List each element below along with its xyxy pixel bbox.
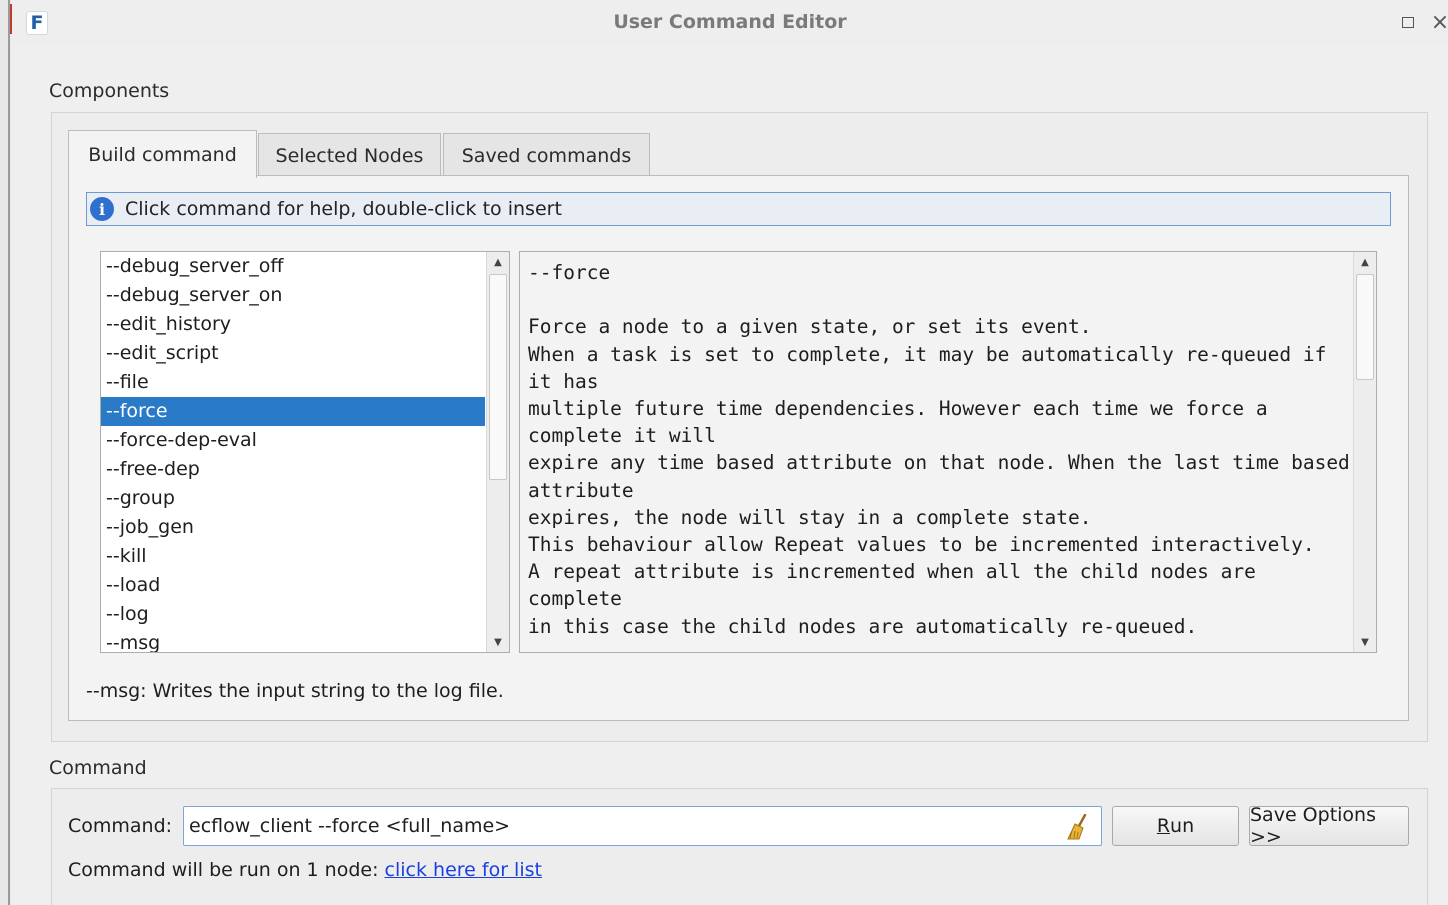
components-label: Components (49, 80, 170, 102)
run-button[interactable]: Run (1112, 806, 1239, 846)
command-list-item[interactable]: --load (101, 571, 509, 600)
command-help-pane[interactable]: --force Force a node to a given state, o… (519, 251, 1377, 653)
info-banner: i Click command for help, double-click t… (86, 192, 1391, 226)
command-list-item[interactable]: --debug_server_off (101, 252, 509, 281)
command-section-label: Command (49, 757, 147, 779)
command-input[interactable]: ecflow_client --force <full_name> (183, 806, 1102, 846)
command-field-label: Command: (68, 815, 173, 837)
node-list-link[interactable]: click here for list (385, 859, 542, 881)
command-list-item[interactable]: --force (101, 397, 485, 426)
tab-selected-nodes[interactable]: Selected Nodes (258, 133, 441, 177)
maximize-icon[interactable] (1398, 12, 1418, 32)
help-scroll-up-icon[interactable]: ▲ (1354, 252, 1376, 272)
run-button-label: un (1170, 815, 1195, 837)
tab-build-command-label: Build command (88, 143, 237, 166)
command-list-item[interactable]: --kill (101, 542, 509, 571)
command-list[interactable]: --debug_server_off --debug_server_on --edi… (100, 251, 510, 653)
window-title: User Command Editor (613, 11, 847, 33)
command-list-item[interactable]: --group (101, 484, 509, 513)
command-help-text: --force Force a node to a given state, o… (528, 261, 1350, 638)
scroll-thumb[interactable] (489, 274, 507, 480)
command-list-item[interactable]: --free-dep (101, 455, 509, 484)
command-list-item[interactable]: --msg (101, 629, 509, 652)
help-scrollbar[interactable]: ▲ ▼ (1353, 252, 1376, 652)
help-scroll-down-icon[interactable]: ▼ (1354, 632, 1376, 652)
command-list-item[interactable]: --file (101, 368, 509, 397)
run-button-mnemonic: R (1156, 815, 1171, 837)
clear-broom-icon[interactable] (1066, 814, 1090, 840)
close-icon[interactable]: × (1430, 10, 1448, 35)
info-banner-text: Click command for help, double-click to … (125, 198, 562, 220)
command-list-item[interactable]: --job_gen (101, 513, 509, 542)
help-scroll-thumb[interactable] (1356, 274, 1374, 380)
command-list-item[interactable]: --debug_server_on (101, 281, 509, 310)
command-list-item[interactable]: --edit_history (101, 310, 509, 339)
command-list-item[interactable]: --log (101, 600, 509, 629)
save-options-button[interactable]: Save Options >> (1249, 804, 1409, 848)
run-on-info: Command will be run on 1 node: click her… (68, 859, 542, 881)
tab-saved-commands[interactable]: Saved commands (443, 133, 650, 177)
tab-selected-nodes-label: Selected Nodes (275, 144, 424, 167)
window-left-edge (0, 0, 12, 905)
save-options-label: Save Options >> (1250, 804, 1376, 848)
run-on-text: Command will be run on 1 node: (68, 859, 385, 881)
command-list-item[interactable]: --force-dep-eval (101, 426, 509, 455)
title-bar[interactable]: F User Command Editor × (12, 0, 1448, 44)
command-description: --msg: Writes the input string to the lo… (86, 680, 504, 702)
command-list-scrollbar[interactable]: ▲ ▼ (486, 252, 509, 652)
command-list-item[interactable]: --edit_script (101, 339, 509, 368)
info-icon: i (90, 197, 114, 221)
scroll-up-icon[interactable]: ▲ (487, 252, 509, 272)
tab-saved-commands-label: Saved commands (461, 144, 632, 167)
tab-build-command[interactable]: Build command (68, 130, 257, 178)
scroll-down-icon[interactable]: ▼ (487, 632, 509, 652)
